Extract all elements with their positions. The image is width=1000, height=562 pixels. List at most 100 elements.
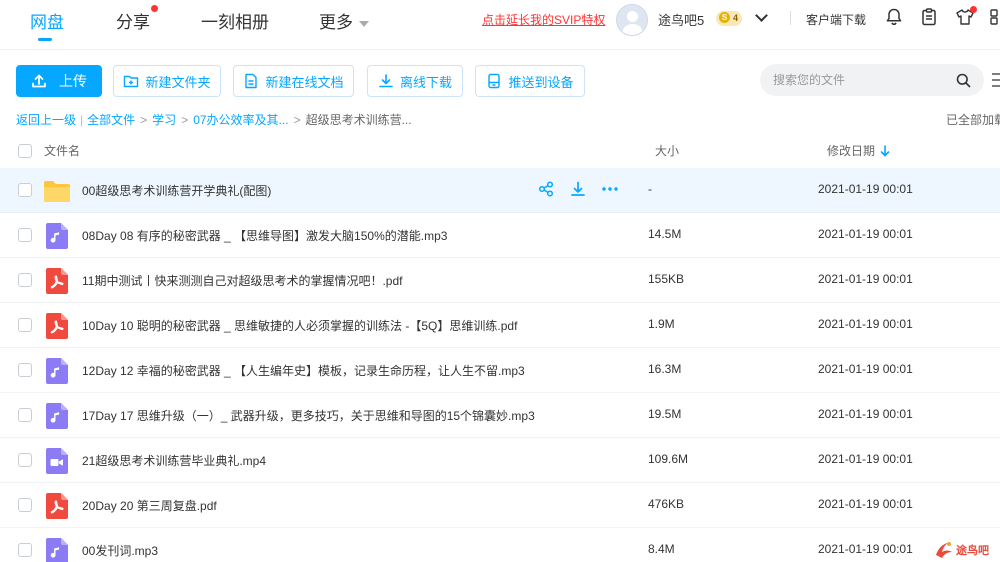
file-row[interactable]: 00超级思考术训练营开学典礼(配图) - 2021-01-19 00:01 (0, 168, 1000, 213)
row-checkbox[interactable] (18, 228, 32, 242)
tab-netdisk[interactable]: 网盘 (30, 8, 64, 33)
tab-moment-album[interactable]: 一刻相册 (201, 8, 269, 33)
svip-renew-link[interactable]: 点击延长我的SVIP特权 (482, 11, 605, 28)
breadcrumb-arrow: > (293, 113, 301, 127)
download-icon[interactable] (570, 181, 586, 202)
row-checkbox[interactable] (18, 183, 32, 197)
skin-notification-dot (970, 6, 977, 13)
file-modified-date: 2021-01-19 00:01 (818, 182, 913, 196)
avatar-head (627, 11, 638, 22)
more-icon[interactable] (601, 181, 619, 202)
share-icon[interactable] (538, 181, 554, 202)
user-menu-chevron-icon[interactable] (755, 9, 768, 22)
file-size: 16.3M (648, 362, 682, 376)
active-tab-indicator (38, 38, 52, 41)
new-folder-icon (124, 75, 139, 88)
avatar[interactable] (616, 4, 648, 36)
breadcrumb-separator: | (80, 113, 84, 127)
file-name[interactable]: 08Day 08 有序的秘密武器 _ 【思维导图】激发大脑150%的潜能.mp3 (82, 227, 447, 244)
file-size: 8.4M (648, 542, 675, 556)
file-row[interactable]: 21超级思考术训练营毕业典礼.mp4 109.6M 2021-01-19 00:01 (0, 438, 1000, 483)
search-icon[interactable] (956, 73, 971, 88)
vip-level-badge: S4 (716, 11, 743, 26)
file-modified-date: 2021-01-19 00:01 (818, 452, 913, 466)
file-size: 109.6M (648, 452, 689, 466)
file-size: 14.5M (648, 227, 682, 241)
sort-desc-icon (880, 145, 890, 157)
breadcrumb-item-study[interactable]: 学习 (152, 113, 176, 127)
pdf-file-icon (46, 268, 68, 299)
audio-file-icon (46, 358, 68, 389)
upload-button[interactable]: 上传 (16, 65, 102, 97)
download-icon (379, 74, 393, 88)
file-row[interactable]: 10Day 10 聪明的秘密武器 _ 思维敏捷的人必须掌握的训练法 -【5Q】思… (0, 303, 1000, 348)
file-name[interactable]: 11期中测试丨快来测测自己对超级思考术的掌握情况吧！.pdf (82, 272, 402, 289)
column-header-name[interactable]: 文件名 (44, 142, 80, 159)
document-icon (245, 73, 258, 89)
new-folder-button[interactable]: 新建文件夹 (113, 65, 221, 97)
top-navigation: 网盘 分享 一刻相册 更多 点击延长我的SVIP特权 途鸟吧5 S4 客户端下载 (0, 0, 1000, 50)
push-to-device-label: 推送到设备 (508, 74, 574, 90)
chevron-down-icon (359, 20, 369, 27)
file-row[interactable]: 00发刊词.mp3 8.4M 2021-01-19 00:01 (0, 528, 1000, 562)
file-size: 19.5M (648, 407, 682, 421)
clipboard-icon[interactable] (919, 7, 939, 27)
row-checkbox[interactable] (18, 318, 32, 332)
row-checkbox[interactable] (18, 273, 32, 287)
column-header-size[interactable]: 大小 (655, 142, 679, 159)
file-name[interactable]: 00发刊词.mp3 (82, 542, 158, 559)
new-online-doc-button[interactable]: 新建在线文档 (233, 65, 354, 97)
select-all-checkbox[interactable] (18, 144, 32, 158)
bell-icon[interactable] (884, 7, 904, 27)
file-size: 476KB (648, 497, 685, 511)
file-row[interactable]: 12Day 12 幸福的秘密武器 _ 【人生编年史】模板，记录生命历程，让人生不… (0, 348, 1000, 393)
audio-file-icon (46, 538, 68, 562)
tab-more[interactable]: 更多 (319, 8, 369, 33)
file-name[interactable]: 21超级思考术训练营毕业典礼.mp4 (82, 452, 266, 469)
file-name[interactable]: 00超级思考术训练营开学典礼(配图) (82, 182, 271, 199)
vip-coin-icon: S (719, 12, 730, 23)
file-modified-date: 2021-01-19 00:01 (818, 362, 913, 376)
breadcrumb-item-office[interactable]: 07办公效率及其... (193, 113, 288, 127)
file-name[interactable]: 20Day 20 第三周复盘.pdf (82, 497, 217, 514)
column-header-modified-label: 修改日期 (827, 144, 876, 158)
client-download-link[interactable]: 客户端下载 (806, 11, 866, 28)
file-modified-date: 2021-01-19 00:01 (818, 497, 913, 511)
file-row[interactable]: 17Day 17 思维升级（一）_ 武器升级，更多技巧，关于思维和导图的15个锦… (0, 393, 1000, 438)
file-name[interactable]: 12Day 12 幸福的秘密武器 _ 【人生编年史】模板，记录生命历程，让人生不… (82, 362, 525, 379)
file-row[interactable]: 11期中测试丨快来测测自己对超级思考术的掌握情况吧！.pdf 155KB 2021-… (0, 258, 1000, 303)
divider (790, 11, 791, 25)
row-checkbox[interactable] (18, 363, 32, 377)
breadcrumb-back-link[interactable]: 返回上一级 (16, 113, 76, 127)
video-file-icon (46, 448, 68, 479)
row-checkbox[interactable] (18, 498, 32, 512)
file-size: - (648, 182, 652, 196)
watermark-logo-icon (936, 542, 952, 558)
file-size: 155KB (648, 272, 685, 286)
tab-share[interactable]: 分享 (116, 8, 150, 33)
push-to-device-button[interactable]: 推送到设备 (475, 65, 585, 97)
search-input[interactable] (773, 64, 953, 96)
share-notification-dot (151, 5, 158, 12)
file-size: 1.9M (648, 317, 675, 331)
file-row[interactable]: 20Day 20 第三周复盘.pdf 476KB 2021-01-19 00:01 (0, 483, 1000, 528)
column-header-modified[interactable]: 修改日期 (827, 142, 890, 159)
file-row[interactable]: 08Day 08 有序的秘密武器 _ 【思维导图】激发大脑150%的潜能.mp3… (0, 213, 1000, 258)
file-name[interactable]: 10Day 10 聪明的秘密武器 _ 思维敏捷的人必须掌握的训练法 -【5Q】思… (82, 317, 517, 334)
row-checkbox[interactable] (18, 543, 32, 557)
breadcrumb-all-files[interactable]: 全部文件 (87, 113, 135, 127)
file-modified-date: 2021-01-19 00:01 (818, 407, 913, 421)
offline-download-button[interactable]: 离线下载 (367, 65, 463, 97)
apps-icon[interactable] (990, 7, 1000, 27)
row-checkbox[interactable] (18, 408, 32, 422)
breadcrumb-current: 超级思考术训练营... (305, 113, 412, 127)
row-checkbox[interactable] (18, 453, 32, 467)
load-status: 已全部加载 (946, 113, 1000, 127)
new-online-doc-label: 新建在线文档 (265, 74, 344, 90)
device-icon (488, 73, 501, 89)
tab-more-label: 更多 (319, 13, 353, 32)
username[interactable]: 途鸟吧5 (658, 10, 704, 29)
file-name[interactable]: 17Day 17 思维升级（一）_ 武器升级，更多技巧，关于思维和导图的15个锦… (82, 407, 535, 424)
breadcrumb-arrow: > (140, 113, 148, 127)
view-toggle-icon[interactable] (992, 72, 1000, 88)
